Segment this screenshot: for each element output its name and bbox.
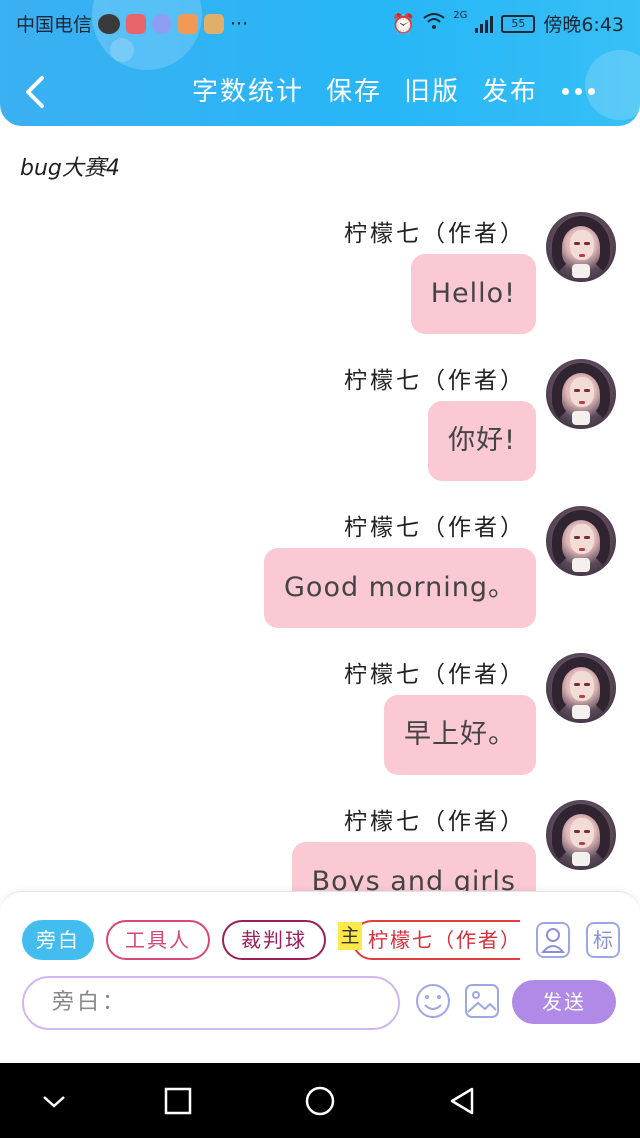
message-author: 柠檬七（作者） bbox=[344, 809, 526, 835]
app-icon bbox=[126, 13, 147, 34]
person-icon bbox=[540, 928, 566, 953]
document-title: bug大赛4 bbox=[20, 156, 120, 181]
role-selector: 旁白 工具人 裁判球 柠檬七（作者） 主 bbox=[22, 920, 520, 960]
save-button[interactable]: 保存 bbox=[326, 74, 382, 110]
composer-panel: 旁白 工具人 裁判球 柠檬七（作者） 主 标 旁白： 发送 bbox=[0, 891, 640, 1063]
video-icon bbox=[178, 13, 199, 34]
role-author-label: 柠檬七（作者） bbox=[352, 920, 520, 960]
status-bar: 中国电信 ··· ⏰ 2G 55 傍晚6:43 bbox=[0, 0, 640, 44]
image-button[interactable] bbox=[464, 982, 500, 1020]
role-author-button[interactable]: 柠檬七（作者） 主 bbox=[338, 920, 520, 960]
word-count-button[interactable]: 字数统计 bbox=[192, 74, 304, 110]
home-button[interactable] bbox=[302, 1083, 338, 1119]
author-avatar[interactable] bbox=[546, 800, 616, 870]
image-icon bbox=[465, 984, 499, 1018]
message-bubble[interactable]: Good morning。 bbox=[264, 548, 536, 628]
emoji-button[interactable] bbox=[414, 982, 452, 1020]
chevron-down-icon bbox=[43, 1096, 65, 1108]
tag-button[interactable]: 标 bbox=[586, 922, 620, 958]
carrier-label: 中国电信 bbox=[16, 14, 93, 36]
hide-keyboard-button[interactable] bbox=[36, 1083, 72, 1119]
old-version-button[interactable]: 旧版 bbox=[404, 74, 460, 110]
publish-button[interactable]: 发布 bbox=[482, 74, 538, 110]
more-dot-icon bbox=[562, 88, 569, 95]
triangle-back-icon bbox=[450, 1087, 474, 1115]
more-dot-icon bbox=[588, 88, 595, 95]
reader-icon bbox=[204, 13, 225, 34]
character-manage-button[interactable] bbox=[536, 922, 570, 958]
author-avatar[interactable] bbox=[546, 506, 616, 576]
network-type: 2G bbox=[453, 10, 468, 21]
nav-bar: 字数统计 保存 旧版 发布 bbox=[0, 62, 640, 122]
music-icon bbox=[152, 13, 173, 34]
square-icon bbox=[164, 1087, 192, 1115]
chevron-left-icon bbox=[26, 76, 44, 108]
alarm-icon: ⏰ bbox=[391, 13, 416, 35]
app-screen: 中国电信 ··· ⏰ 2G 55 傍晚6:43 字数统计 保存 旧版 发布 bu… bbox=[0, 0, 640, 1138]
wechat-icon bbox=[98, 13, 121, 34]
input-row: 旁白： 发送 bbox=[22, 976, 622, 1030]
author-avatar[interactable] bbox=[546, 212, 616, 282]
role-referee-button[interactable]: 裁判球 bbox=[222, 920, 326, 960]
circle-icon bbox=[305, 1086, 335, 1116]
more-button[interactable] bbox=[562, 88, 595, 95]
message-bubble[interactable]: 早上好。 bbox=[384, 695, 536, 775]
recents-button[interactable] bbox=[160, 1083, 196, 1119]
overflow-indicator: ··· bbox=[230, 12, 249, 35]
wifi-icon bbox=[423, 12, 445, 35]
author-avatar[interactable] bbox=[546, 653, 616, 723]
role-narration-button[interactable]: 旁白 bbox=[22, 920, 94, 960]
back-button[interactable] bbox=[18, 72, 54, 112]
main-role-badge: 主 bbox=[338, 922, 362, 950]
emoji-icon bbox=[416, 984, 450, 1018]
message-author: 柠檬七（作者） bbox=[344, 368, 526, 394]
system-navigation-bar bbox=[0, 1063, 640, 1138]
role-tool-person-button[interactable]: 工具人 bbox=[106, 920, 210, 960]
battery-icon: 55 bbox=[501, 14, 536, 33]
message-author: 柠檬七（作者） bbox=[344, 515, 526, 541]
signal-icon bbox=[475, 15, 494, 33]
message-bubble[interactable]: 你好! bbox=[428, 401, 536, 481]
clock: 傍晚6:43 bbox=[543, 14, 624, 36]
message-bubble[interactable]: Hello! bbox=[410, 254, 536, 334]
author-avatar[interactable] bbox=[546, 359, 616, 429]
send-button[interactable]: 发送 bbox=[512, 980, 616, 1024]
message-author: 柠檬七（作者） bbox=[344, 221, 526, 247]
top-header: 中国电信 ··· ⏰ 2G 55 傍晚6:43 字数统计 保存 旧版 发布 bbox=[0, 0, 640, 126]
message-author: 柠檬七（作者） bbox=[344, 662, 526, 688]
more-dot-icon bbox=[575, 88, 582, 95]
message-input[interactable]: 旁白： bbox=[22, 976, 400, 1030]
back-nav-button[interactable] bbox=[444, 1083, 480, 1119]
